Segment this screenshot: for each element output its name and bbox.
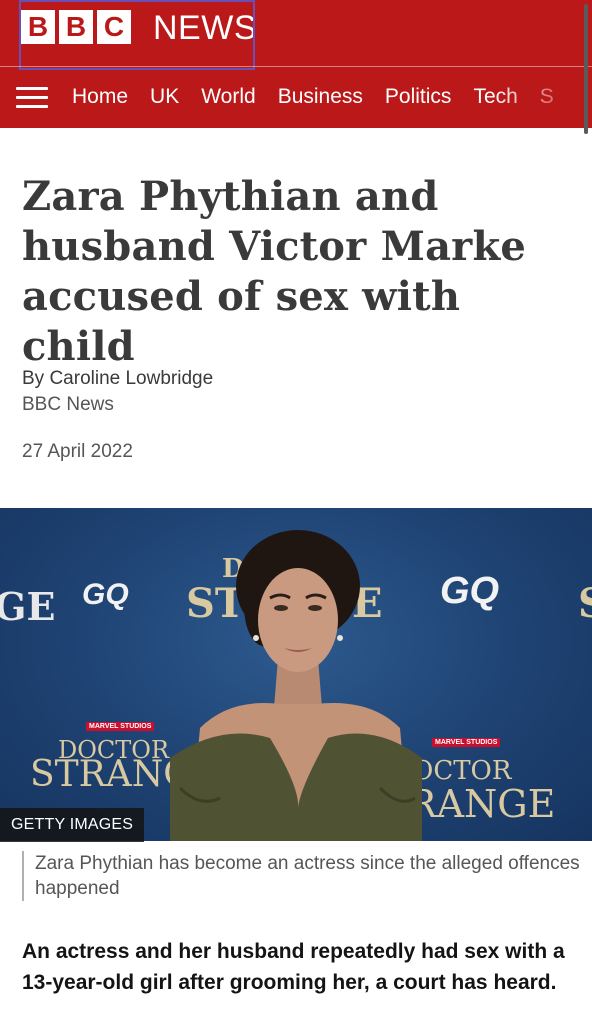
- backdrop-text: S: [578, 580, 592, 627]
- hamburger-menu-icon[interactable]: [16, 87, 48, 109]
- gq-logo: GQ: [82, 578, 129, 611]
- person-photo: [170, 530, 422, 841]
- nav-item-world[interactable]: World: [201, 83, 255, 111]
- marvel-studios-logo: MARVEL STUDIOS: [86, 722, 155, 731]
- nav-item-politics[interactable]: Politics: [385, 83, 452, 111]
- marvel-studios-logo: MARVEL STUDIOS: [432, 738, 501, 747]
- logo-row: B B C NEWS: [0, 0, 592, 70]
- article-intro: An actress and her husband repeatedly ha…: [22, 940, 565, 994]
- nav-item-uk[interactable]: UK: [150, 83, 179, 111]
- primary-nav: Home UK World Business Politics Tech S: [0, 67, 592, 128]
- site-header: B B C NEWS Home UK World Business Politi…: [0, 0, 592, 128]
- nav-overflow-fade: [492, 67, 592, 128]
- image-caption: Zara Phythian has become an actress sinc…: [22, 851, 582, 901]
- backdrop-text: RANGE: [408, 782, 556, 826]
- publish-date: 27 April 2022: [22, 441, 133, 462]
- image-credit: GETTY IMAGES: [0, 808, 145, 842]
- lead-image: GE GQ GQ D ST E S MARVEL STUDIOS DOCTOR …: [0, 508, 592, 841]
- byline-author: By Caroline Lowbridge: [22, 368, 214, 389]
- article-headline: Zara Phythian and husband Victor Marke a…: [22, 173, 527, 370]
- backdrop-text: GE: [0, 584, 56, 629]
- nav-item-home[interactable]: Home: [72, 83, 128, 111]
- byline-organisation: BBC News: [22, 394, 114, 415]
- page-scrollbar[interactable]: [584, 4, 588, 134]
- gq-logo: GQ: [440, 570, 500, 612]
- logo-focus-ring: [19, 0, 255, 70]
- nav-item-business[interactable]: Business: [278, 83, 363, 111]
